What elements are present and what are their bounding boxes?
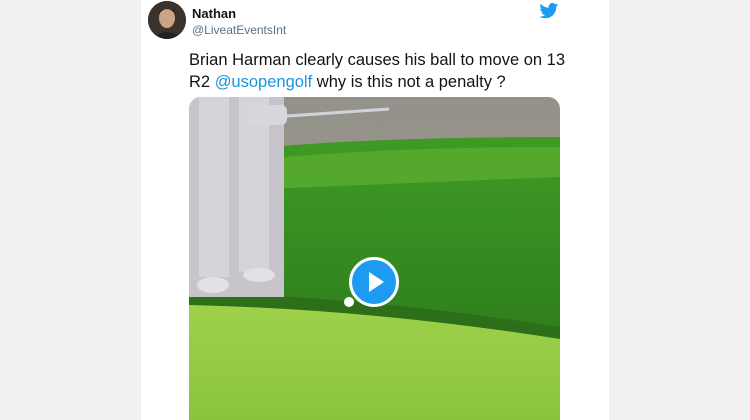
play-button[interactable] (349, 257, 399, 307)
display-name[interactable]: Nathan (192, 6, 236, 21)
video-player[interactable] (189, 97, 560, 420)
user-handle[interactable]: @LiveatEventsInt (192, 23, 286, 37)
play-icon (369, 272, 384, 292)
tweet-text-end: why is this not a penalty ? (312, 73, 506, 91)
tweet-card: Nathan @LiveatEventsInt Brian Harman cle… (141, 0, 609, 420)
tweet-text: Brian Harman clearly causes his ball to … (189, 49, 569, 93)
twitter-bird-icon[interactable] (539, 3, 559, 19)
avatar[interactable] (148, 1, 186, 39)
mention-link[interactable]: @usopengolf (215, 73, 313, 91)
